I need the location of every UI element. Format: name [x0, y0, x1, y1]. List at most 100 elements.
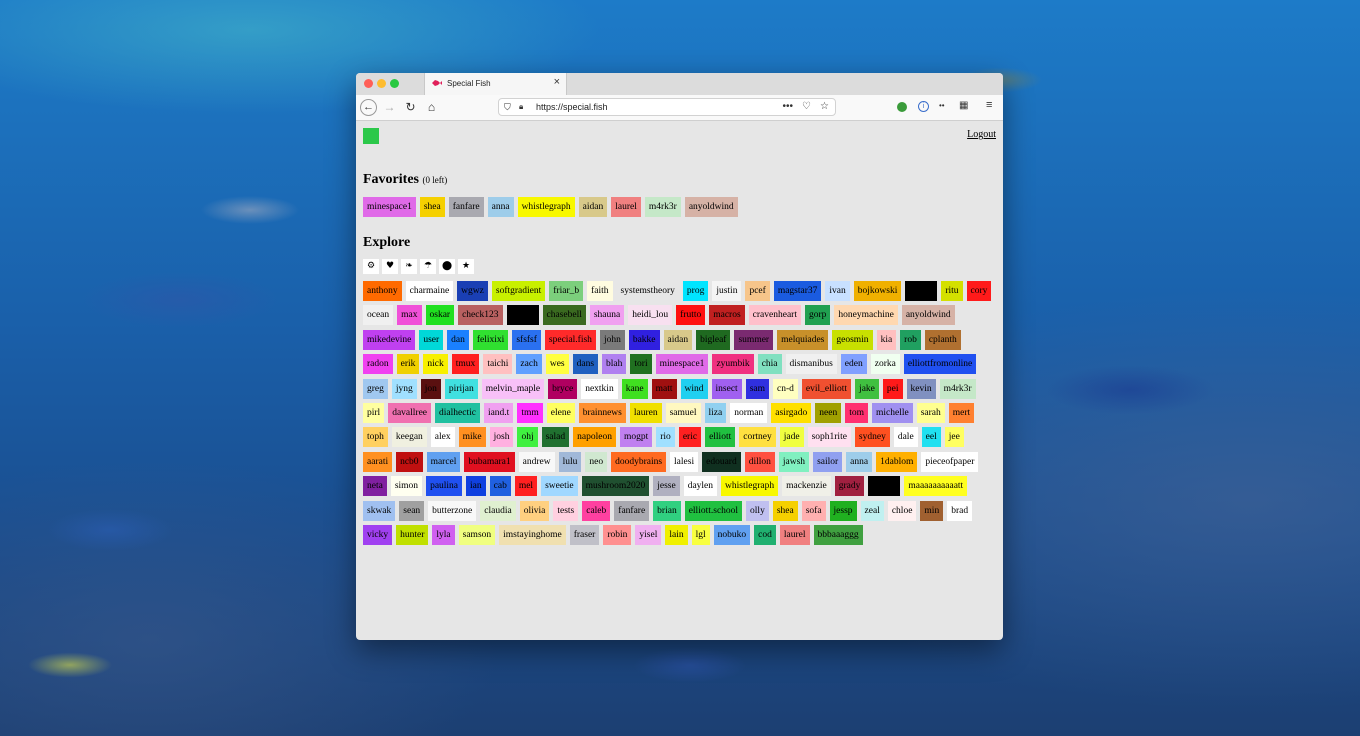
explore-tag[interactable]: bbbaaaggg: [813, 524, 863, 545]
explore-tag[interactable]: sam: [745, 378, 770, 399]
explore-tag[interactable]: neta: [363, 476, 387, 497]
tab-close-icon[interactable]: ×: [554, 76, 560, 88]
explore-tag[interactable]: lain: [665, 524, 688, 545]
explore-tag[interactable]: kia: [876, 329, 897, 350]
explore-tag[interactable]: neen: [815, 402, 842, 423]
explore-tag[interactable]: magstar37: [773, 281, 822, 301]
explore-tag[interactable]: liza: [704, 402, 727, 423]
explore-tag[interactable]: iand.t: [483, 402, 514, 423]
explore-tag[interactable]: min: [920, 500, 944, 521]
explore-tag[interactable]: edouard: [702, 451, 741, 472]
favorites-tag[interactable]: anna: [487, 197, 514, 217]
explore-tag[interactable]: user: [419, 329, 444, 350]
explore-tag[interactable]: paulina: [426, 476, 463, 497]
explore-tag[interactable]: anna: [846, 451, 873, 472]
extension-green-icon[interactable]: [897, 102, 907, 112]
home-icon[interactable]: ⌂: [423, 99, 440, 116]
explore-tag[interactable]: imstayinghome: [499, 524, 566, 545]
explore-tag[interactable]: eric: [678, 427, 702, 448]
window-close-button[interactable]: [364, 79, 373, 88]
explore-tag[interactable]: doodybrains: [611, 451, 667, 472]
explore-tag[interactable]: cod: [754, 524, 776, 545]
explore-tag[interactable]: sfsfsf: [512, 329, 541, 350]
explore-tag[interactable]: mikedevine: [363, 329, 416, 350]
explore-tag[interactable]: zeal: [860, 500, 884, 521]
star-filter-icon[interactable]: ★: [458, 259, 474, 274]
extension-info-icon[interactable]: i: [918, 101, 929, 112]
explore-tag[interactable]: melquiades: [777, 329, 829, 350]
shield-icon[interactable]: ⛉: [504, 102, 511, 113]
explore-tag[interactable]: jyng: [391, 378, 417, 399]
explore-tag[interactable]: dismanibus: [785, 354, 837, 375]
explore-tag[interactable]: ian: [466, 476, 486, 497]
explore-tag[interactable]: chloe: [887, 500, 917, 521]
explore-tag[interactable]: wes: [545, 354, 569, 375]
explore-tag[interactable]: andrew: [518, 451, 555, 472]
explore-tag[interactable]: heidi_lou: [628, 305, 673, 326]
url-bar[interactable]: ⛉ 🔒︎ https://special.fish ••• ♡ ☆: [498, 98, 836, 116]
explore-tag[interactable]: aidan: [663, 329, 693, 350]
bookmark-star-icon[interactable]: ☆: [820, 101, 829, 112]
explore-tag[interactable]: honeymachine: [834, 305, 898, 326]
explore-tag[interactable]: shea: [772, 500, 798, 521]
explore-tag[interactable]: jee: [944, 427, 964, 448]
explore-tag[interactable]: marcel: [426, 451, 461, 472]
explore-tag[interactable]: laurel: [779, 524, 810, 545]
explore-tag[interactable]: skwak: [363, 500, 396, 521]
explore-tag[interactable]: mike: [458, 427, 486, 448]
explore-tag[interactable]: nobuko: [713, 524, 751, 545]
explore-tag[interactable]: nick: [423, 354, 448, 375]
explore-tag[interactable]: asirgado: [771, 402, 812, 423]
explore-tag[interactable]: [506, 305, 539, 326]
explore-tag[interactable]: cory: [966, 281, 992, 301]
explore-tag[interactable]: ohj: [517, 427, 538, 448]
explore-tag[interactable]: tmm: [517, 402, 543, 423]
explore-tag[interactable]: sarah: [916, 402, 945, 423]
explore-tag[interactable]: dan: [447, 329, 469, 350]
explore-tag[interactable]: ncb0: [396, 451, 423, 472]
explore-tag[interactable]: greg: [363, 378, 388, 399]
explore-tag[interactable]: cortney: [739, 427, 776, 448]
explore-tag[interactable]: ivan: [825, 281, 850, 301]
leaf-filter-icon[interactable]: ❧: [401, 259, 417, 274]
explore-tag[interactable]: neo: [585, 451, 608, 472]
explore-tag[interactable]: mel: [514, 476, 538, 497]
explore-tag[interactable]: tom: [845, 402, 868, 423]
explore-tag[interactable]: fraser: [569, 524, 600, 545]
menu-icon[interactable]: ≡: [986, 99, 992, 111]
explore-tag[interactable]: felixixi: [472, 329, 509, 350]
explore-tag[interactable]: zach: [516, 354, 542, 375]
explore-tag[interactable]: robin: [603, 524, 632, 545]
explore-tag[interactable]: chasebell: [542, 305, 586, 326]
umbrella-filter-icon[interactable]: ☂: [420, 259, 436, 274]
favorites-tag[interactable]: laurel: [611, 197, 641, 217]
explore-tag[interactable]: sweetie: [541, 476, 578, 497]
explore-tag[interactable]: systemstheory: [616, 281, 679, 301]
explore-tag[interactable]: davallree: [388, 402, 432, 423]
explore-tag[interactable]: faith: [587, 281, 613, 301]
explore-tag[interactable]: pirl: [363, 402, 385, 423]
explore-tag[interactable]: butterzone: [428, 500, 477, 521]
explore-tag[interactable]: lyla: [432, 524, 455, 545]
explore-tag[interactable]: tori: [630, 354, 652, 375]
logout-link[interactable]: Logout: [967, 129, 996, 140]
explore-tag[interactable]: sofa: [801, 500, 826, 521]
explore-tag[interactable]: samuel: [665, 402, 701, 423]
explore-tag[interactable]: jake: [855, 378, 879, 399]
explore-tag[interactable]: lauren: [629, 402, 662, 423]
explore-tag[interactable]: charmaine: [405, 281, 454, 301]
tab-special-fish[interactable]: Special Fish ×: [424, 73, 567, 95]
explore-tag[interactable]: fanfare: [614, 500, 650, 521]
explore-tag[interactable]: wgwz: [457, 281, 488, 301]
explore-tag[interactable]: cplanth: [924, 329, 961, 350]
explore-tag[interactable]: max: [397, 305, 422, 326]
window-maximize-button[interactable]: [390, 79, 399, 88]
explore-tag[interactable]: anyoldwind: [901, 305, 955, 326]
explore-tag[interactable]: minespace1: [655, 354, 709, 375]
explore-tag[interactable]: rob: [900, 329, 921, 350]
explore-tag[interactable]: mert: [948, 402, 975, 423]
explore-tag[interactable]: elliott.school: [684, 500, 743, 521]
explore-tag[interactable]: cab: [489, 476, 511, 497]
explore-tag[interactable]: elene: [546, 402, 575, 423]
explore-tag[interactable]: taichi: [483, 354, 513, 375]
